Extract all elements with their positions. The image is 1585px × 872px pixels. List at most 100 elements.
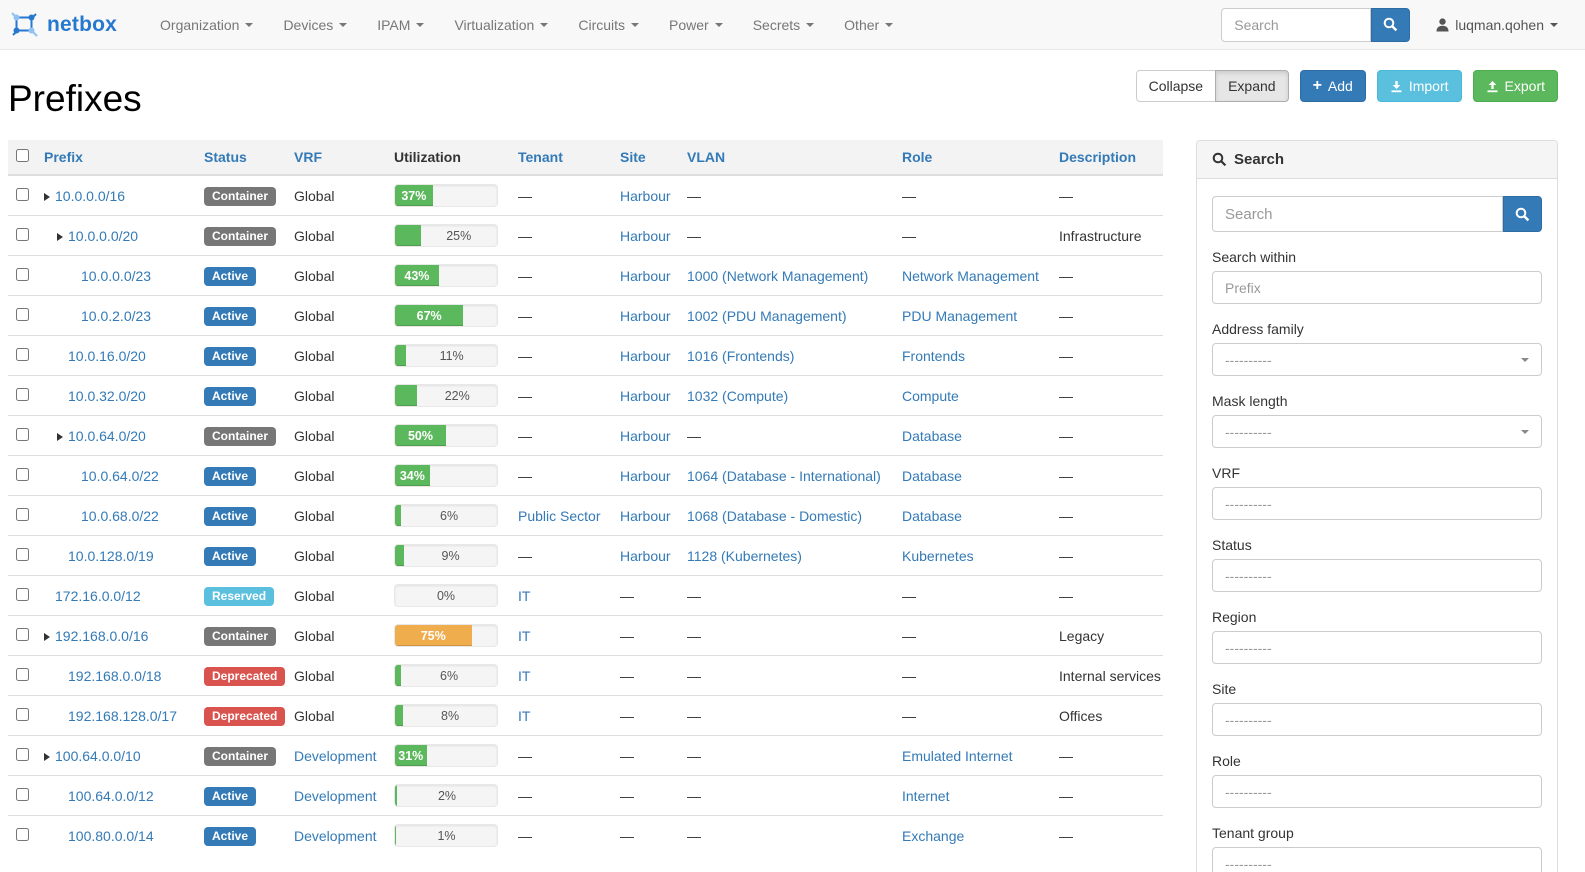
prefix-link[interactable]: 10.0.2.0/23 bbox=[81, 308, 151, 324]
expand-caret-icon[interactable] bbox=[44, 633, 50, 641]
prefix-link[interactable]: 10.0.68.0/22 bbox=[81, 508, 159, 524]
site-link[interactable]: Harbour bbox=[620, 348, 671, 364]
tenant-link[interactable]: Public Sector bbox=[518, 508, 600, 524]
column-header-description[interactable]: Description bbox=[1051, 140, 1163, 175]
region-select[interactable]: ---------- bbox=[1212, 631, 1542, 664]
row-checkbox[interactable] bbox=[16, 628, 29, 641]
collapse-button[interactable]: Collapse bbox=[1136, 70, 1216, 102]
prefix-link[interactable]: 100.80.0.0/14 bbox=[68, 828, 154, 844]
site-link[interactable]: Harbour bbox=[620, 468, 671, 484]
tenant-link[interactable]: IT bbox=[518, 668, 530, 684]
nav-item-ipam[interactable]: IPAM bbox=[362, 0, 439, 50]
role-link[interactable]: Database bbox=[902, 428, 962, 444]
tenant-link[interactable]: IT bbox=[518, 628, 530, 644]
site-link[interactable]: Harbour bbox=[620, 548, 671, 564]
vrf-link[interactable]: Development bbox=[294, 748, 377, 764]
row-checkbox[interactable] bbox=[16, 668, 29, 681]
prefix-link[interactable]: 10.0.32.0/20 bbox=[68, 388, 146, 404]
row-checkbox[interactable] bbox=[16, 588, 29, 601]
expand-caret-icon[interactable] bbox=[57, 233, 63, 241]
role-link[interactable]: Database bbox=[902, 468, 962, 484]
prefix-link[interactable]: 10.0.16.0/20 bbox=[68, 348, 146, 364]
site-link[interactable]: Harbour bbox=[620, 508, 671, 524]
row-checkbox[interactable] bbox=[16, 348, 29, 361]
site-link[interactable]: Harbour bbox=[620, 388, 671, 404]
row-checkbox[interactable] bbox=[16, 308, 29, 321]
role-select[interactable]: ---------- bbox=[1212, 775, 1542, 808]
mask-length-select[interactable]: ---------- bbox=[1212, 415, 1542, 448]
role-link[interactable]: Compute bbox=[902, 388, 959, 404]
role-link[interactable]: Frontends bbox=[902, 348, 965, 364]
row-checkbox[interactable] bbox=[16, 708, 29, 721]
role-link[interactable]: Network Management bbox=[902, 268, 1039, 284]
vlan-link[interactable]: 1128 (Kubernetes) bbox=[687, 548, 802, 564]
navbar-search-button[interactable] bbox=[1371, 8, 1410, 42]
prefix-link[interactable]: 10.0.0.0/16 bbox=[55, 188, 125, 204]
row-checkbox[interactable] bbox=[16, 228, 29, 241]
role-link[interactable]: Exchange bbox=[902, 828, 964, 844]
prefix-link[interactable]: 10.0.0.0/20 bbox=[68, 228, 138, 244]
vlan-link[interactable]: 1068 (Database - Domestic) bbox=[687, 508, 862, 524]
search-within-input[interactable] bbox=[1225, 280, 1529, 296]
netbox-logo[interactable]: netbox bbox=[10, 11, 117, 39]
column-header-role[interactable]: Role bbox=[894, 140, 1051, 175]
tenant-link[interactable]: IT bbox=[518, 588, 530, 604]
row-checkbox[interactable] bbox=[16, 268, 29, 281]
prefix-link[interactable]: 100.64.0.0/12 bbox=[68, 788, 154, 804]
prefix-link[interactable]: 192.168.0.0/16 bbox=[55, 628, 148, 644]
expand-caret-icon[interactable] bbox=[44, 193, 50, 201]
site-link[interactable]: Harbour bbox=[620, 308, 671, 324]
nav-item-secrets[interactable]: Secrets bbox=[738, 0, 829, 50]
column-header-prefix[interactable]: Prefix bbox=[36, 140, 196, 175]
expand-caret-icon[interactable] bbox=[57, 433, 63, 441]
row-checkbox[interactable] bbox=[16, 828, 29, 841]
address-family-select[interactable]: ---------- bbox=[1212, 343, 1542, 376]
tenant-link[interactable]: IT bbox=[518, 708, 530, 724]
column-header-vrf[interactable]: VRF bbox=[286, 140, 386, 175]
row-checkbox[interactable] bbox=[16, 188, 29, 201]
role-link[interactable]: Internet bbox=[902, 788, 949, 804]
select-all-checkbox[interactable] bbox=[16, 149, 29, 162]
vrf-link[interactable]: Development bbox=[294, 828, 377, 844]
export-button[interactable]: Export bbox=[1473, 70, 1558, 102]
vlan-link[interactable]: 1064 (Database - International) bbox=[687, 468, 881, 484]
column-header-status[interactable]: Status bbox=[196, 140, 286, 175]
site-link[interactable]: Harbour bbox=[620, 228, 671, 244]
column-header-vlan[interactable]: VLAN bbox=[679, 140, 894, 175]
prefix-link[interactable]: 10.0.64.0/20 bbox=[68, 428, 146, 444]
nav-item-devices[interactable]: Devices bbox=[268, 0, 362, 50]
prefix-link[interactable]: 172.16.0.0/12 bbox=[55, 588, 141, 604]
user-menu[interactable]: luqman.qohen bbox=[1436, 17, 1558, 33]
vlan-link[interactable]: 1032 (Compute) bbox=[687, 388, 788, 404]
status-select[interactable]: ---------- bbox=[1212, 559, 1542, 592]
site-select[interactable]: ---------- bbox=[1212, 703, 1542, 736]
vlan-link[interactable]: 1016 (Frontends) bbox=[687, 348, 794, 364]
role-link[interactable]: PDU Management bbox=[902, 308, 1017, 324]
row-checkbox[interactable] bbox=[16, 748, 29, 761]
prefix-link[interactable]: 100.64.0.0/10 bbox=[55, 748, 141, 764]
row-checkbox[interactable] bbox=[16, 468, 29, 481]
nav-item-organization[interactable]: Organization bbox=[145, 0, 268, 50]
row-checkbox[interactable] bbox=[16, 548, 29, 561]
add-button[interactable]: + Add bbox=[1300, 70, 1366, 102]
navbar-search-input[interactable] bbox=[1221, 8, 1371, 42]
prefix-link[interactable]: 192.168.128.0/17 bbox=[68, 708, 177, 724]
site-link[interactable]: Harbour bbox=[620, 428, 671, 444]
prefix-link[interactable]: 10.0.64.0/22 bbox=[81, 468, 159, 484]
site-link[interactable]: Harbour bbox=[620, 188, 671, 204]
tenant-group-select[interactable]: ---------- bbox=[1212, 847, 1542, 872]
row-checkbox[interactable] bbox=[16, 508, 29, 521]
row-checkbox[interactable] bbox=[16, 428, 29, 441]
site-link[interactable]: Harbour bbox=[620, 268, 671, 284]
prefix-link[interactable]: 10.0.0.0/23 bbox=[81, 268, 151, 284]
role-link[interactable]: Emulated Internet bbox=[902, 748, 1013, 764]
row-checkbox[interactable] bbox=[16, 788, 29, 801]
role-link[interactable]: Database bbox=[902, 508, 962, 524]
row-checkbox[interactable] bbox=[16, 388, 29, 401]
column-header-site[interactable]: Site bbox=[612, 140, 679, 175]
vrf-select[interactable]: ---------- bbox=[1212, 487, 1542, 520]
expand-button[interactable]: Expand bbox=[1215, 70, 1288, 102]
column-header-tenant[interactable]: Tenant bbox=[510, 140, 612, 175]
nav-item-other[interactable]: Other bbox=[829, 0, 908, 50]
vlan-link[interactable]: 1000 (Network Management) bbox=[687, 268, 868, 284]
